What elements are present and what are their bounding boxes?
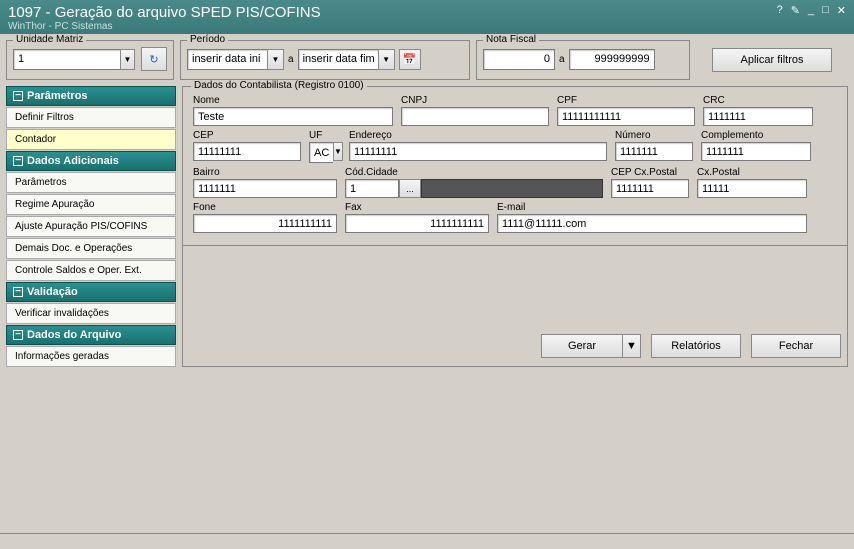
cep-label: CEP <box>193 130 301 141</box>
aplicar-filtros-button[interactable]: Aplicar filtros <box>712 48 832 72</box>
fone-input[interactable] <box>193 214 337 233</box>
uf-dropdown-icon[interactable]: ▼ <box>333 142 343 161</box>
sidebar-item-controle-saldos[interactable]: Controle Saldos e Oper. Ext. <box>6 260 176 281</box>
sidebar-header-validacao-label: Validação <box>27 286 78 298</box>
email-input[interactable] <box>497 214 807 233</box>
gerar-split-button[interactable]: Gerar ▼ <box>541 334 641 358</box>
cidade-display <box>421 179 603 198</box>
sidebar-header-dados-adicionais[interactable]: −Dados Adicionais <box>6 151 176 171</box>
complemento-input[interactable] <box>701 142 811 161</box>
nf-to-input[interactable] <box>569 49 655 70</box>
titlebar: 1097 - Geração do arquivo SPED PIS/COFIN… <box>0 0 854 34</box>
form-legend: Dados do Contabilista (Registro 0100) <box>191 80 367 91</box>
sidebar-header-parametros[interactable]: −Parâmetros <box>6 86 176 106</box>
cx-postal-input[interactable] <box>697 179 807 198</box>
bairro-input[interactable] <box>193 179 337 198</box>
calendar-icon[interactable]: 📅 <box>399 49 421 70</box>
sidebar-item-informacoes-geradas[interactable]: Informações geradas <box>6 346 176 367</box>
crc-label: CRC <box>703 95 813 106</box>
unidade-matriz-label: Unidade Matriz <box>13 34 86 45</box>
cep-input[interactable] <box>193 142 301 161</box>
data-fim-input[interactable] <box>298 49 378 70</box>
numero-input[interactable] <box>615 142 693 161</box>
complemento-label: Complemento <box>701 130 811 141</box>
nome-input[interactable] <box>193 107 393 126</box>
uf-input[interactable] <box>309 142 333 163</box>
gerar-dropdown-icon[interactable]: ▼ <box>623 334 641 358</box>
sidebar: −Parâmetros Definir Filtros Contador −Da… <box>6 86 176 367</box>
nota-fiscal-label: Nota Fiscal <box>483 34 539 45</box>
gerar-button[interactable]: Gerar <box>541 334 623 358</box>
minimize-icon[interactable]: _ <box>808 4 814 17</box>
data-ini-dropdown-icon[interactable]: ▼ <box>267 49 284 70</box>
window-title: 1097 - Geração do arquivo SPED PIS/COFIN… <box>8 4 321 21</box>
cpf-label: CPF <box>557 95 695 106</box>
unidade-matriz-input[interactable] <box>13 49 120 70</box>
data-ini-input[interactable] <box>187 49 267 70</box>
fechar-button[interactable]: Fechar <box>751 334 841 358</box>
cod-cidade-lookup-button[interactable]: ... <box>399 179 421 198</box>
cnpj-input[interactable] <box>401 107 549 126</box>
sidebar-item-parametros[interactable]: Parâmetros <box>6 172 176 193</box>
help-icon[interactable]: ? <box>777 4 783 17</box>
sidebar-item-ajuste-apuracao[interactable]: Ajuste Apuração PIS/COFINS <box>6 216 176 237</box>
sidebar-header-dados-adicionais-label: Dados Adicionais <box>27 155 119 167</box>
sidebar-header-dados-arquivo[interactable]: −Dados do Arquivo <box>6 325 176 345</box>
nf-from-input[interactable] <box>483 49 555 70</box>
sidebar-header-validacao[interactable]: −Validação <box>6 282 176 302</box>
cep-cx-input[interactable] <box>611 179 689 198</box>
relatorios-button[interactable]: Relatórios <box>651 334 741 358</box>
cod-cidade-input[interactable] <box>345 179 399 198</box>
cnpj-label: CNPJ <box>401 95 549 106</box>
cod-cidade-label: Cód.Cidade <box>345 167 603 178</box>
fax-label: Fax <box>345 202 489 213</box>
cpf-input[interactable] <box>557 107 695 126</box>
endereco-label: Endereço <box>349 130 607 141</box>
periodo-a-label: a <box>288 54 294 65</box>
numero-label: Número <box>615 130 693 141</box>
maximize-icon[interactable]: □ <box>822 4 829 17</box>
nome-label: Nome <box>193 95 393 106</box>
periodo-group: Período ▼ a ▼ 📅 <box>180 40 470 80</box>
nota-fiscal-group: Nota Fiscal a <box>476 40 690 80</box>
fone-label: Fone <box>193 202 337 213</box>
sidebar-header-dados-arquivo-label: Dados do Arquivo <box>27 329 121 341</box>
fax-input[interactable] <box>345 214 489 233</box>
form-contabilista: Dados do Contabilista (Registro 0100) No… <box>182 86 848 246</box>
sidebar-header-parametros-label: Parâmetros <box>27 90 88 102</box>
data-fim-dropdown-icon[interactable]: ▼ <box>378 49 395 70</box>
nf-a-label: a <box>559 54 565 65</box>
bairro-label: Bairro <box>193 167 337 178</box>
unidade-matriz-group: Unidade Matriz ▼ ↻ <box>6 40 174 80</box>
sidebar-item-verificar-invalidacoes[interactable]: Verificar invalidações <box>6 303 176 324</box>
crc-input[interactable] <box>703 107 813 126</box>
unidade-matriz-dropdown-icon[interactable]: ▼ <box>120 49 135 70</box>
cep-cx-label: CEP Cx.Postal <box>611 167 689 178</box>
sidebar-item-regime-apuracao[interactable]: Regime Apuração <box>6 194 176 215</box>
uf-label: UF <box>309 130 341 141</box>
sidebar-item-definir-filtros[interactable]: Definir Filtros <box>6 107 176 128</box>
sidebar-item-demais-doc[interactable]: Demais Doc. e Operações <box>6 238 176 259</box>
cx-postal-label: Cx.Postal <box>697 167 807 178</box>
periodo-label: Período <box>187 34 228 45</box>
close-icon[interactable]: ✕ <box>837 4 846 17</box>
endereco-input[interactable] <box>349 142 607 161</box>
email-label: E-mail <box>497 202 807 213</box>
window-subtitle: WinThor - PC Sistemas <box>8 21 321 32</box>
refresh-icon[interactable]: ↻ <box>141 47 167 71</box>
statusbar <box>0 533 854 549</box>
toolbar: Unidade Matriz ▼ ↻ Período ▼ a ▼ 📅 Nota … <box>0 34 854 86</box>
sidebar-item-contador[interactable]: Contador <box>6 129 176 150</box>
edit-icon[interactable]: ✎ <box>791 4 800 17</box>
